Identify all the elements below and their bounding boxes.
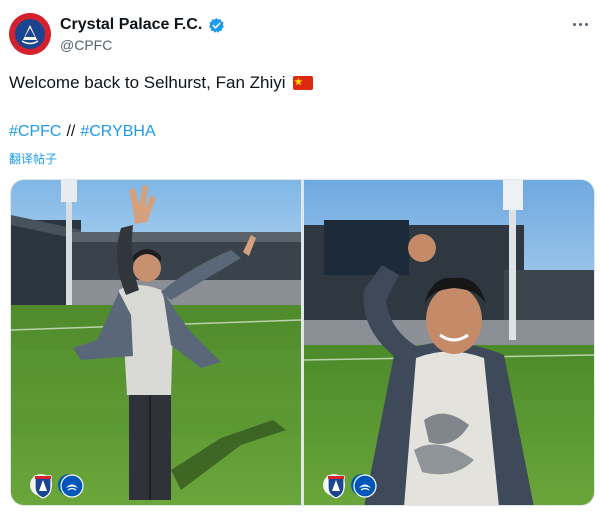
more-options-icon[interactable] <box>568 12 592 36</box>
media-grid <box>10 179 595 506</box>
china-flag-icon <box>292 76 313 90</box>
crystal-palace-badge-icon <box>324 473 348 499</box>
account-display-name[interactable]: Crystal Palace F.C. <box>60 16 202 34</box>
brighton-badge-icon <box>60 473 84 499</box>
photo-fan-zhiyi-waving[interactable] <box>304 180 594 505</box>
tweet-card[interactable]: Crystal Palace F.C. @CPFC Welcome back t… <box>0 0 600 514</box>
translate-post-link[interactable]: 翻译帖子 <box>9 150 57 167</box>
account-name-row[interactable]: Crystal Palace F.C. <box>60 16 225 34</box>
more-dot <box>578 22 582 26</box>
brighton-badge-icon <box>353 473 377 499</box>
crystal-palace-crest-icon[interactable] <box>9 13 51 55</box>
hashtag-link[interactable]: #CRYBHA <box>80 123 155 141</box>
tweet-text-body: Welcome back to Selhurst, Fan Zhiyi <box>9 73 286 92</box>
verified-badge-icon <box>209 17 225 33</box>
photo-fan-zhiyi-arms-raised[interactable] <box>11 180 301 505</box>
hashtag-link[interactable]: #CPFC <box>9 123 61 141</box>
more-dot <box>572 22 576 26</box>
more-dot <box>584 22 588 26</box>
hashtag-row: #CPFC // #CRYBHA <box>9 123 156 141</box>
hashtag-separator: // <box>66 123 76 140</box>
account-handle[interactable]: @CPFC <box>60 37 112 53</box>
crystal-palace-badge-icon <box>31 473 55 499</box>
tweet-text: Welcome back to Selhurst, Fan Zhiyi <box>9 73 313 93</box>
